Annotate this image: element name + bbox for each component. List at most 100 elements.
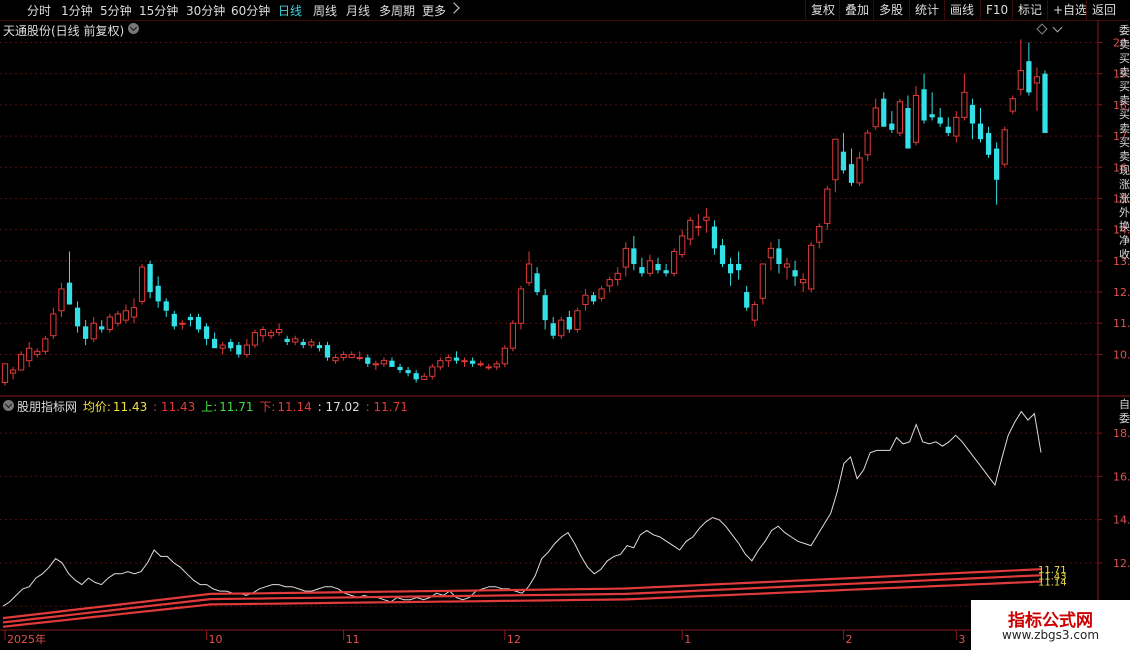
indicator-tick-label: 14.00	[1113, 514, 1130, 527]
candle-body-down	[840, 151, 847, 171]
side-panel-strip[interactable]: 委卖买卖买卖买卖买卖现涨涨外换净收	[1119, 24, 1130, 262]
candle-body-down	[889, 123, 895, 130]
candle-body-down	[969, 104, 976, 124]
candle-body-up	[179, 322, 186, 325]
candle-body-down	[365, 357, 371, 364]
candle-body-up	[122, 310, 130, 321]
time-tick-label: 2025年	[7, 632, 46, 646]
candle-body-up	[251, 332, 259, 346]
candle-body-up	[275, 328, 283, 334]
watermark-url: www.zbgs3.com	[1001, 628, 1100, 642]
candle-body-up	[525, 263, 533, 284]
candle-body-up	[558, 319, 565, 337]
candle-body-down	[83, 326, 89, 339]
candle-body-down	[195, 317, 202, 330]
candle-body-down	[1042, 73, 1048, 133]
candle-body-up	[606, 279, 613, 287]
candle-body-up	[18, 353, 25, 371]
candle-body-down	[631, 248, 637, 264]
candle-body-up	[437, 360, 444, 368]
time-tick-label: 11	[346, 633, 360, 646]
candle-body-up	[356, 357, 363, 360]
candle-body-up	[58, 288, 65, 312]
candle-body-up	[1, 363, 9, 384]
candle-body-up	[485, 366, 492, 369]
candle-body-down	[74, 307, 81, 327]
candle-body-up	[50, 313, 57, 337]
candle-body-up	[622, 247, 629, 268]
candle-body-up	[348, 353, 355, 359]
candle-body-up	[429, 366, 436, 377]
candle-body-up	[872, 107, 879, 128]
candle-body-up	[671, 250, 678, 274]
candle-body-down	[929, 114, 935, 118]
candle-body-up	[114, 313, 121, 324]
candle-body-up	[106, 316, 113, 330]
candle-body-up	[856, 157, 863, 184]
candle-body-down	[639, 267, 645, 274]
candle-body-down	[171, 313, 177, 327]
candle-body-up	[816, 226, 823, 243]
candle-body-up	[582, 294, 589, 306]
candle-body-up	[574, 310, 581, 330]
candle-body-down	[316, 345, 323, 349]
candle-body-down	[744, 292, 750, 308]
candle-body-up	[824, 188, 831, 224]
indicator-band-1	[2, 574, 1042, 624]
candle-body-up	[26, 347, 33, 362]
candle-body-up	[646, 260, 654, 274]
candle-body-up	[614, 272, 621, 281]
candle-body-down	[405, 370, 411, 374]
candle-body-up	[372, 363, 379, 366]
candle-body-down	[655, 263, 661, 271]
side-panel-strip-lower[interactable]: 自委	[1119, 398, 1130, 426]
candle-body-down	[1026, 61, 1032, 93]
candle-body-up	[800, 279, 807, 284]
candle-body-up	[832, 138, 839, 181]
candle-body-down	[719, 245, 726, 264]
price-tick-label: 11.00	[1113, 317, 1130, 330]
candle-body-down	[236, 345, 242, 355]
candle-body-down	[469, 360, 476, 364]
candle-body-up	[90, 322, 97, 340]
candle-body-up	[759, 263, 766, 299]
candle-body-up	[808, 244, 815, 290]
candle-body-down	[985, 132, 992, 155]
candle-body-up	[34, 350, 41, 355]
candle-body-down	[324, 345, 331, 358]
candle-body-down	[937, 117, 943, 124]
candle-body-down	[187, 317, 194, 321]
candle-body-up	[961, 91, 968, 118]
candle-body-up	[267, 332, 275, 337]
candle-body-down	[727, 263, 734, 274]
candle-body-down	[776, 248, 782, 264]
candle-body-up	[292, 338, 299, 343]
time-tick-label: 3	[958, 633, 965, 646]
candle-body-up	[501, 347, 508, 365]
candle-body-down	[228, 341, 234, 349]
candle-body-up	[864, 132, 871, 156]
candle-body-up	[259, 328, 267, 337]
candle-body-down	[66, 282, 73, 305]
candle-body-up	[695, 226, 702, 229]
indicator-tick-label: 12.00	[1113, 557, 1130, 570]
candle-body-down	[147, 263, 153, 293]
time-tick-label: 10	[209, 633, 223, 646]
chart-canvas[interactable]: 20.0019.0018.0017.0016.0015.0014.0013.00…	[0, 0, 1130, 650]
candle-body-up	[679, 235, 686, 256]
candle-body-up	[138, 266, 146, 302]
candle-body-up	[598, 288, 605, 299]
candle-body-down	[663, 270, 669, 274]
candle-body-up	[308, 341, 315, 346]
indicator-tick-label: 18.00	[1113, 427, 1130, 440]
candle-body-down	[389, 360, 395, 367]
candle-body-up	[783, 263, 791, 268]
candle-body-down	[163, 301, 169, 311]
candle-body-up	[687, 219, 694, 240]
time-tick-label: 2	[845, 633, 852, 646]
candle-body-down	[211, 338, 218, 349]
candle-body-down	[284, 338, 290, 342]
candle-body-down	[534, 273, 540, 293]
candle-body-down	[550, 323, 556, 336]
candle-body-down	[994, 148, 1000, 180]
